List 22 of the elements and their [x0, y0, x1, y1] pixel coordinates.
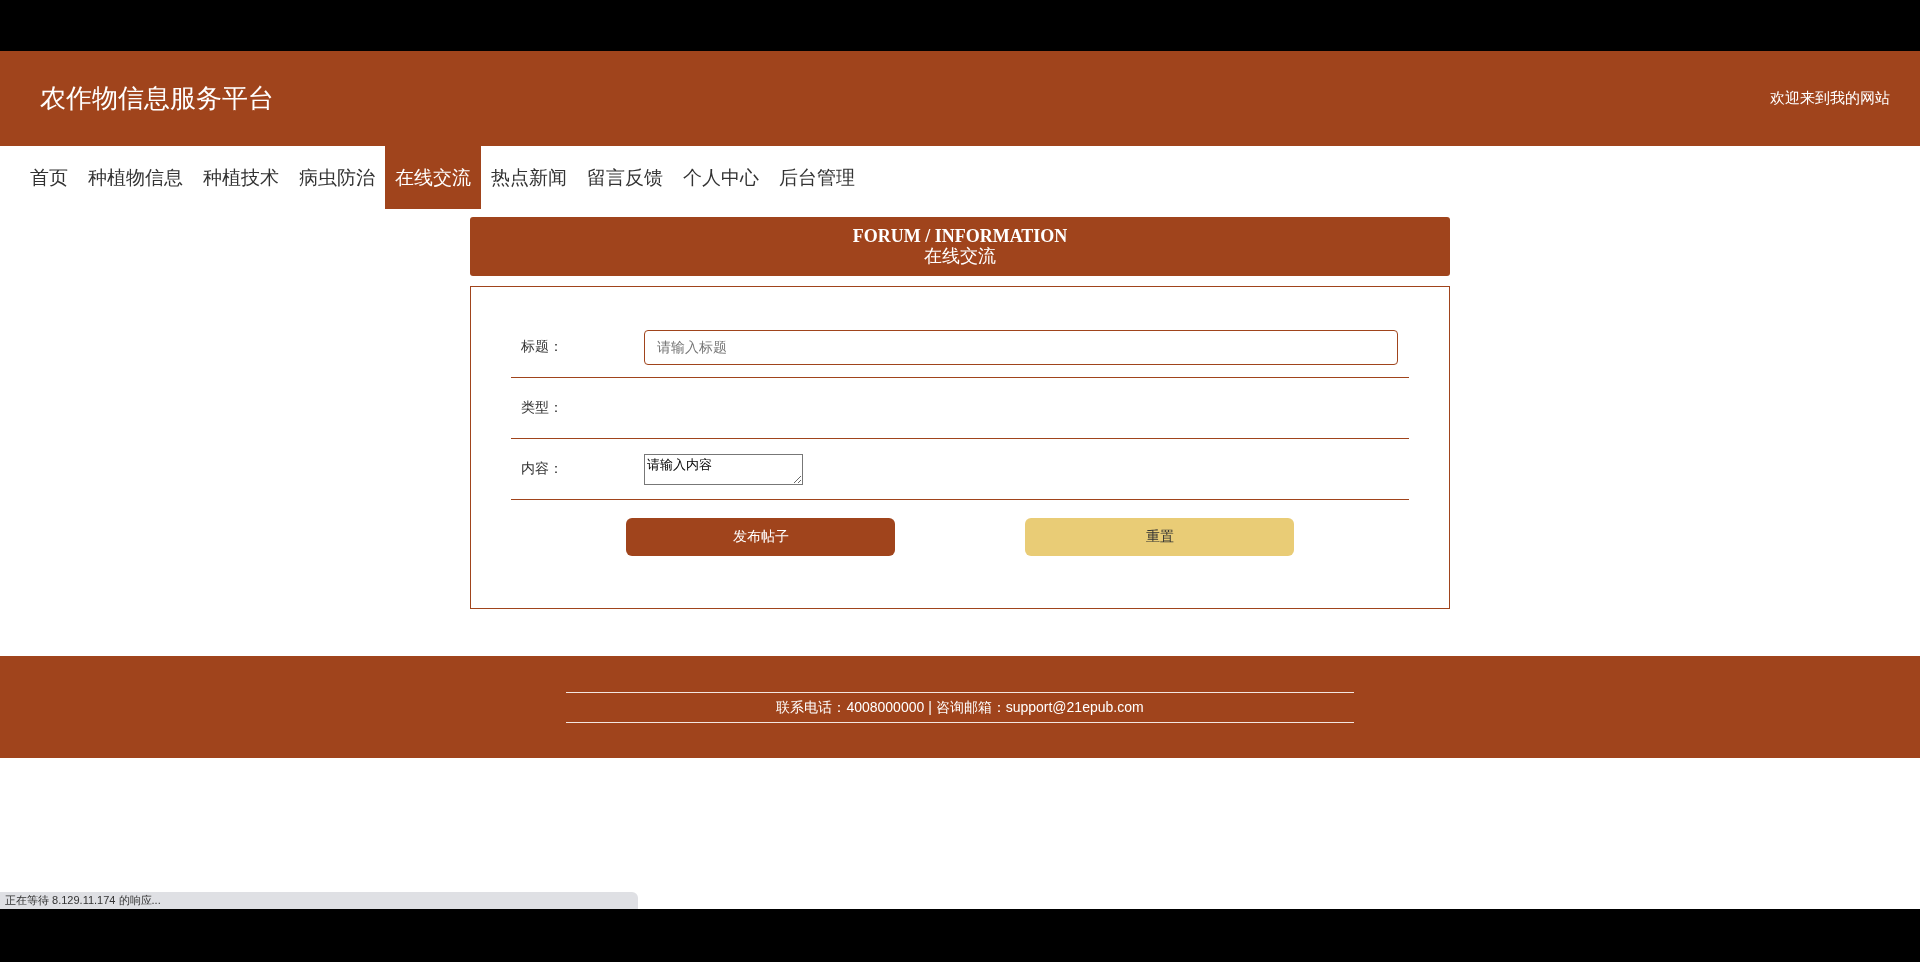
nav-tab[interactable]: 病虫防治 [289, 146, 385, 209]
contact-info: 联系电话：4008000000 | 咨询邮箱：support@21epub.com [776, 698, 1144, 715]
reset-button[interactable]: 重置 [1025, 518, 1294, 556]
content-textarea[interactable]: 请输入内容 [644, 453, 803, 485]
title-input[interactable]: 请输入标题 [644, 329, 1398, 365]
welcome-text: 欢迎来到我的网站 [1770, 89, 1890, 108]
section-title: FORUM / INFORMATION [852, 226, 1068, 246]
nav-tab[interactable]: 种植物信息 [78, 146, 193, 209]
nav-tab[interactable]: 首页 [20, 146, 78, 209]
nav-tab[interactable]: 种植技术 [193, 146, 289, 209]
field-label: 标题： [520, 338, 564, 356]
submit-button[interactable]: 发布帖子 [626, 518, 895, 556]
site-title: 农作物信息服务平台 [40, 82, 274, 115]
field-label: 类型： [520, 399, 564, 417]
nav-tab[interactable]: 热点新闻 [481, 146, 577, 209]
field-label: 内容： [520, 460, 564, 478]
section-subtitle: 在线交流 [924, 246, 996, 267]
nav-tab[interactable]: 留言反馈 [577, 146, 673, 209]
status-bar: 正在等待 8.129.11.174 的响应... [0, 892, 638, 909]
nav-tab[interactable]: 个人中心 [673, 146, 769, 209]
nav-tab[interactable]: 在线交流 [385, 146, 481, 209]
nav-tab[interactable]: 后台管理 [769, 146, 865, 209]
